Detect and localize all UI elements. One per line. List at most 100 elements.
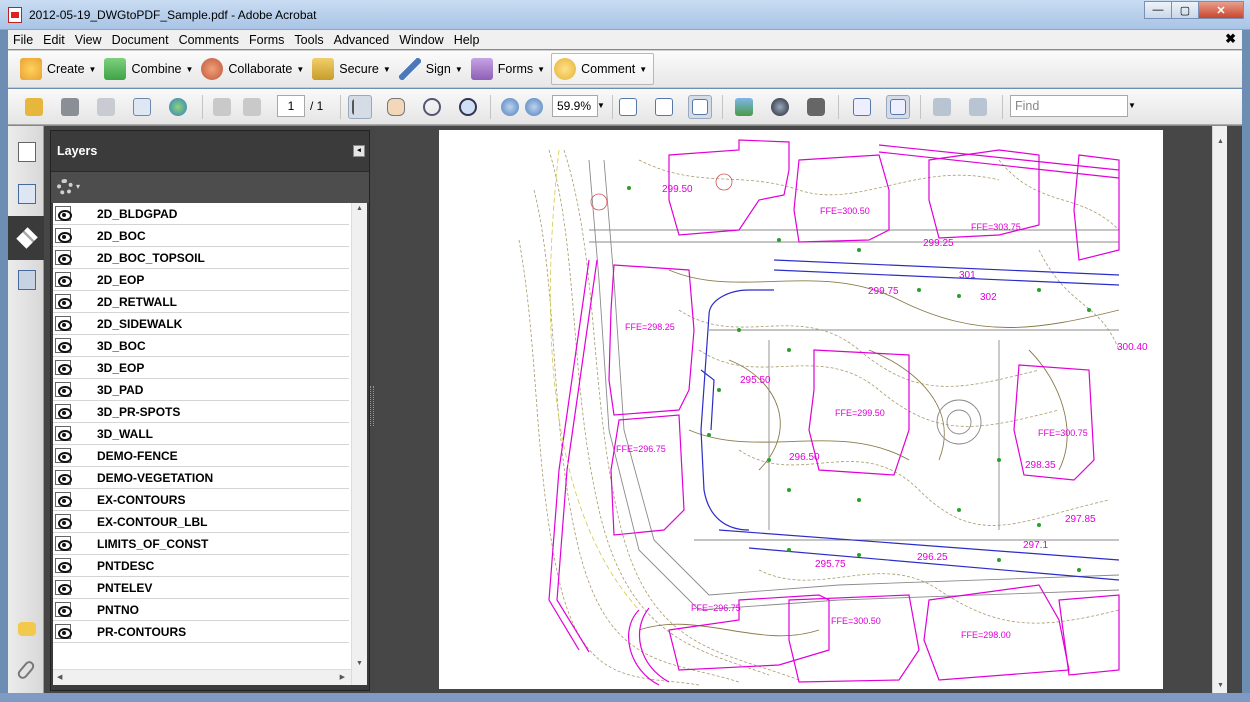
eye-icon[interactable] xyxy=(55,580,72,595)
actual-size-button[interactable] xyxy=(616,95,640,119)
eye-icon[interactable] xyxy=(55,492,72,507)
scroll-up-icon[interactable]: ▲ xyxy=(356,205,363,212)
document-scrollbar[interactable]: ▲ ▼ xyxy=(1212,126,1227,693)
eye-icon[interactable] xyxy=(55,514,72,529)
eye-icon[interactable] xyxy=(55,228,72,243)
eye-icon[interactable] xyxy=(55,470,72,485)
page-number-input[interactable]: 1 xyxy=(277,95,305,117)
combine-button[interactable]: Combine ▼ xyxy=(102,53,199,85)
layer-list-hscrollbar[interactable]: ◀ ▶ xyxy=(53,669,351,685)
comment-button[interactable]: Comment ▼ xyxy=(551,53,655,85)
print-button[interactable] xyxy=(58,95,82,119)
pages-nav-button[interactable] xyxy=(12,138,40,166)
signatures-nav-button[interactable] xyxy=(12,266,40,294)
maximize-button[interactable]: ▢ xyxy=(1171,1,1199,19)
layer-row[interactable]: 3D_PAD xyxy=(53,379,349,401)
loupe-tool-button[interactable] xyxy=(886,95,910,119)
secure-button[interactable]: Secure ▼ xyxy=(310,53,397,85)
eye-icon[interactable] xyxy=(55,448,72,463)
bookmarks-nav-button[interactable] xyxy=(12,180,40,208)
scroll-down-icon[interactable]: ▼ xyxy=(356,660,363,667)
menu-window[interactable]: Window xyxy=(394,33,448,47)
scroll-down-icon[interactable]: ▼ xyxy=(1217,682,1224,689)
menu-view[interactable]: View xyxy=(70,33,107,47)
layers-nav-button[interactable] xyxy=(8,216,44,260)
menu-advanced[interactable]: Advanced xyxy=(329,33,395,47)
layer-row[interactable]: 2D_BOC_TOPSOIL xyxy=(53,247,349,269)
menu-help[interactable]: Help xyxy=(449,33,485,47)
eye-icon[interactable] xyxy=(55,206,72,221)
layer-row[interactable]: 2D_EOP xyxy=(53,269,349,291)
eye-icon[interactable] xyxy=(55,272,72,287)
layer-row[interactable]: PNTNO xyxy=(53,599,349,621)
snapshot-button[interactable] xyxy=(804,95,828,119)
close-document-button[interactable]: ✖ xyxy=(1225,31,1236,47)
eye-icon[interactable] xyxy=(55,624,72,639)
hand-tool-button[interactable] xyxy=(384,95,408,119)
previous-page-button[interactable] xyxy=(210,95,234,119)
menu-file[interactable]: File xyxy=(8,33,38,47)
snapshot-image-button[interactable] xyxy=(732,95,756,119)
layer-row[interactable]: DEMO-FENCE xyxy=(53,445,349,467)
layer-row[interactable]: 3D_PR-SPOTS xyxy=(53,401,349,423)
layer-row[interactable]: EX-CONTOURS xyxy=(53,489,349,511)
sign-button[interactable]: Sign ▼ xyxy=(397,53,469,85)
extract-pages-button[interactable] xyxy=(930,95,954,119)
marquee-zoom-button[interactable] xyxy=(420,95,444,119)
layer-row[interactable]: PNTELEV xyxy=(53,577,349,599)
gear-icon[interactable] xyxy=(57,179,73,195)
zoom-out-button[interactable] xyxy=(498,95,522,119)
eye-icon[interactable] xyxy=(55,338,72,353)
layer-row[interactable]: LIMITS_OF_CONST xyxy=(53,533,349,555)
menu-tools[interactable]: Tools xyxy=(289,33,328,47)
collaborate-button[interactable]: Collaborate ▼ xyxy=(199,53,310,85)
create-button[interactable]: Create ▼ xyxy=(18,53,102,85)
open-button[interactable] xyxy=(22,95,46,119)
layer-row[interactable]: 2D_RETWALL xyxy=(53,291,349,313)
comments-nav-button[interactable] xyxy=(12,614,40,642)
fit-page-button[interactable] xyxy=(688,95,712,119)
menu-forms[interactable]: Forms xyxy=(244,33,289,47)
chevron-down-icon[interactable]: ▼ xyxy=(597,101,605,110)
layer-list-scrollbar[interactable]: ▲ ▼ xyxy=(351,203,367,685)
chevron-down-icon[interactable]: ▾ xyxy=(76,182,80,191)
layer-row[interactable]: DEMO-VEGETATION xyxy=(53,467,349,489)
layer-row[interactable]: 3D_WALL xyxy=(53,423,349,445)
save-button[interactable] xyxy=(94,95,118,119)
scroll-right-icon[interactable]: ▶ xyxy=(340,673,345,681)
eye-icon[interactable] xyxy=(55,558,72,573)
eye-icon[interactable] xyxy=(55,316,72,331)
zoom-level-input[interactable]: 59.9% xyxy=(552,95,598,117)
chevron-down-icon[interactable]: ▼ xyxy=(1128,101,1136,110)
layer-row[interactable]: 2D_SIDEWALK xyxy=(53,313,349,335)
find-input[interactable]: Find xyxy=(1010,95,1128,117)
eye-icon[interactable] xyxy=(55,602,72,617)
stamp-button[interactable] xyxy=(768,95,792,119)
insert-pages-button[interactable] xyxy=(966,95,990,119)
menu-edit[interactable]: Edit xyxy=(38,33,70,47)
pan-zoom-button[interactable] xyxy=(850,95,874,119)
zoom-in-button[interactable] xyxy=(522,95,546,119)
eye-icon[interactable] xyxy=(55,536,72,551)
layer-row[interactable]: PNTDESC xyxy=(53,555,349,577)
layer-row[interactable]: 3D_BOC xyxy=(53,335,349,357)
forms-button[interactable]: Forms ▼ xyxy=(469,53,551,85)
fit-width-button[interactable] xyxy=(652,95,676,119)
panel-splitter[interactable] xyxy=(370,386,374,426)
scroll-left-icon[interactable]: ◀ xyxy=(57,673,62,681)
layer-row[interactable]: 3D_EOP xyxy=(53,357,349,379)
upload-button[interactable] xyxy=(166,95,190,119)
layer-row[interactable]: 2D_BLDGPAD xyxy=(53,203,349,225)
layer-row[interactable]: PR-CONTOURS xyxy=(53,621,349,643)
select-tool-button[interactable] xyxy=(348,95,372,119)
close-window-button[interactable]: ✕ xyxy=(1198,1,1244,19)
email-button[interactable] xyxy=(130,95,154,119)
menu-document[interactable]: Document xyxy=(107,33,174,47)
eye-icon[interactable] xyxy=(55,382,72,397)
minimize-button[interactable]: — xyxy=(1144,1,1172,19)
menu-comments[interactable]: Comments xyxy=(174,33,244,47)
next-page-button[interactable] xyxy=(240,95,264,119)
layer-row[interactable]: EX-CONTOUR_LBL xyxy=(53,511,349,533)
zoom-tool-button[interactable] xyxy=(456,95,480,119)
eye-icon[interactable] xyxy=(55,250,72,265)
